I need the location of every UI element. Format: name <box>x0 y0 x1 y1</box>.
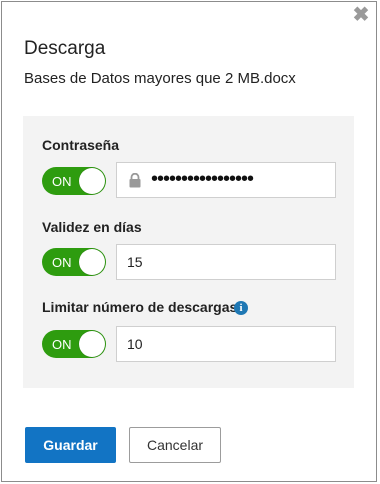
cancel-button[interactable]: Cancelar <box>129 427 221 463</box>
close-icon[interactable]: ✖ <box>352 5 370 25</box>
validity-days-field[interactable]: 15 <box>116 244 336 280</box>
toggle-knob <box>79 168 105 194</box>
download-limit-label: Limitar número de descargas <box>42 299 238 315</box>
download-dialog: ✖ Descarga Bases de Datos mayores que 2 … <box>1 1 377 482</box>
password-label: Contraseña <box>42 137 120 153</box>
options-panel: Contraseña ON ••••••••••••••••• Validez … <box>23 116 354 388</box>
dialog-title: Descarga <box>24 38 106 59</box>
download-limit-toggle-state: ON <box>52 337 72 352</box>
password-value: ••••••••••••••••• <box>151 168 254 190</box>
validity-toggle-state: ON <box>52 255 72 270</box>
download-limit-field[interactable]: 10 <box>116 326 336 362</box>
toggle-knob <box>79 331 105 357</box>
validity-toggle[interactable]: ON <box>42 248 106 276</box>
save-button[interactable]: Guardar <box>25 427 116 463</box>
password-toggle[interactable]: ON <box>42 167 106 195</box>
file-name: Bases de Datos mayores que 2 MB.docx <box>24 70 296 87</box>
password-toggle-state: ON <box>52 174 72 189</box>
password-field[interactable]: ••••••••••••••••• <box>116 162 336 198</box>
lock-icon <box>129 173 141 188</box>
info-icon[interactable]: i <box>234 301 248 315</box>
download-limit-toggle[interactable]: ON <box>42 330 106 358</box>
validity-label: Validez en días <box>42 219 142 235</box>
toggle-knob <box>79 249 105 275</box>
